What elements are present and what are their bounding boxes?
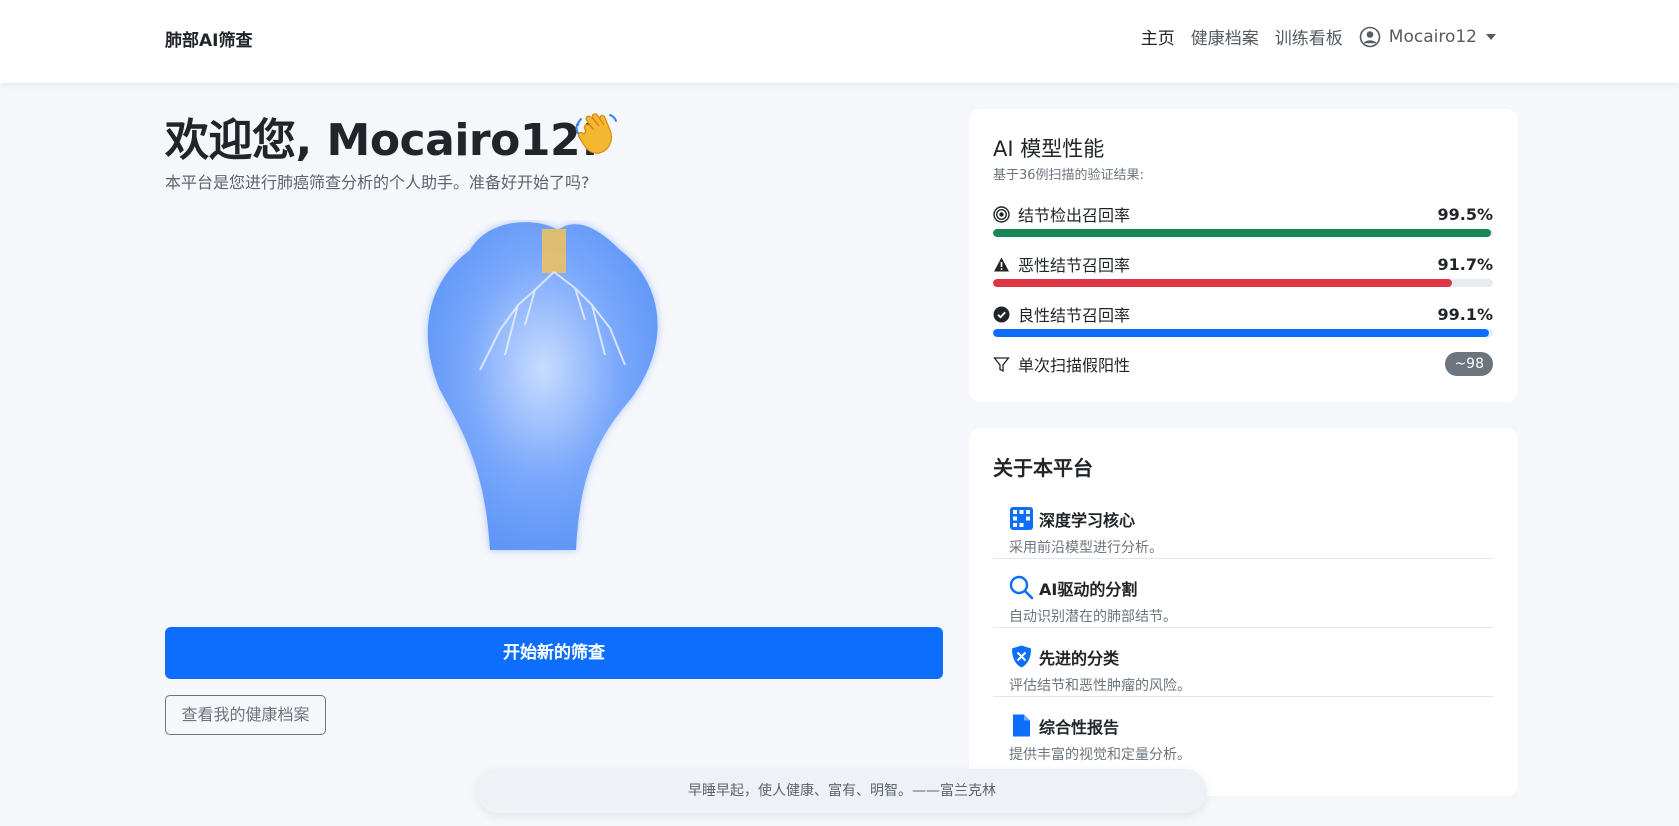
feature-title: AI驱动的分割 [1039, 579, 1138, 599]
metric-label: 良性结节召回率 [1018, 306, 1131, 325]
filter-icon [993, 356, 1010, 372]
metric-label: 恶性结节召回率 [1018, 256, 1131, 275]
check-circle-icon [993, 306, 1010, 322]
feature-title: 深度学习核心 [1039, 510, 1136, 530]
feature-desc: 提供丰富的视觉和定量分析。 [1009, 747, 1191, 763]
metric-nodule-recall: 结节检出召回率 99.5% [993, 202, 1493, 237]
feature-item: 综合性报告 提供丰富的视觉和定量分析。 [993, 697, 1493, 766]
nav-health-records[interactable]: 健康档案 [1191, 24, 1259, 49]
hero-subtitle: 本平台是您进行肺癌筛查分析的个人助手。准备好开始了吗? [165, 173, 590, 192]
brand-logo[interactable]: 肺部AI筛查 [165, 26, 252, 51]
document-icon [1013, 714, 1030, 737]
metric-value: 99.5% [1437, 204, 1493, 224]
model-performance-card: AI 模型性能 基于36例扫描的验证结果: 结节检出召回率 99.5% 恶性结节… [969, 109, 1518, 402]
shield-icon [1012, 645, 1031, 668]
feature-desc: 采用前沿模型进行分析。 [1009, 540, 1163, 556]
progress-bar [993, 329, 1493, 337]
false-positive-badge: ~98 [1445, 352, 1493, 376]
warning-icon [994, 257, 1009, 271]
nav-links: 主页 健康档案 训练看板 Mocairo12 [1125, 24, 1496, 49]
progress-fill [993, 329, 1489, 337]
performance-subtitle: 基于36例扫描的验证结果: [993, 168, 1144, 183]
progress-fill [993, 229, 1491, 237]
feature-title: 综合性报告 [1039, 717, 1120, 737]
waving-hand-icon [575, 113, 617, 154]
quote-banner: 早睡早起，使人健康、富有、明智。——富兰克林 [477, 769, 1207, 813]
user-menu-dropdown[interactable]: Mocairo12 [1359, 26, 1496, 48]
user-circle-icon [1359, 26, 1381, 47]
nav-training-dashboard[interactable]: 训练看板 [1275, 24, 1343, 49]
lung-illustration [427, 222, 658, 551]
start-screening-button[interactable]: 开始新的筛查 [165, 627, 943, 679]
metric-benign-recall: 良性结节召回率 99.1% [993, 302, 1493, 337]
bullseye-icon [993, 205, 1010, 223]
performance-title: AI 模型性能 [993, 137, 1105, 161]
metric-false-positive: 单次扫描假阳性 ~98 [993, 351, 1493, 377]
grid-icon [1010, 507, 1033, 530]
progress-fill [993, 279, 1452, 287]
navbar: 肺部AI筛查 主页 健康档案 训练看板 Mocairo12 [0, 0, 1679, 83]
welcome-heading: 欢迎您, Mocairo12! [165, 115, 600, 166]
feature-item: 深度学习核心 采用前沿模型进行分析。 [993, 490, 1493, 559]
caret-down-icon [1486, 33, 1496, 40]
metric-value: 91.7% [1437, 254, 1493, 274]
nav-home[interactable]: 主页 [1141, 24, 1175, 49]
progress-bar [993, 229, 1493, 237]
metric-label: 单次扫描假阳性 [1018, 356, 1131, 375]
metric-malignant-recall: 恶性结节召回率 91.7% [993, 252, 1493, 287]
feature-desc: 评估结节和恶性肿瘤的风险。 [1009, 678, 1191, 694]
feature-desc: 自动识别潜在的肺部结节。 [1009, 609, 1177, 625]
feature-title: 先进的分类 [1039, 648, 1120, 668]
metric-value: 99.1% [1437, 304, 1493, 324]
feature-item: AI驱动的分割 自动识别潜在的肺部结节。 [993, 559, 1493, 628]
view-health-records-button[interactable]: 查看我的健康档案 [165, 695, 326, 735]
search-icon [1009, 575, 1034, 600]
about-platform-card: 关于本平台 深度学习核心 采用前沿模型进行分析。 AI驱动的分割 自动识别潜在的… [969, 428, 1518, 796]
feature-item: 先进的分类 评估结节和恶性肿瘤的风险。 [993, 628, 1493, 697]
metric-label: 结节检出召回率 [1018, 206, 1131, 225]
about-title: 关于本平台 [993, 456, 1093, 480]
user-name: Mocairo12 [1388, 26, 1477, 47]
progress-bar [993, 279, 1493, 287]
